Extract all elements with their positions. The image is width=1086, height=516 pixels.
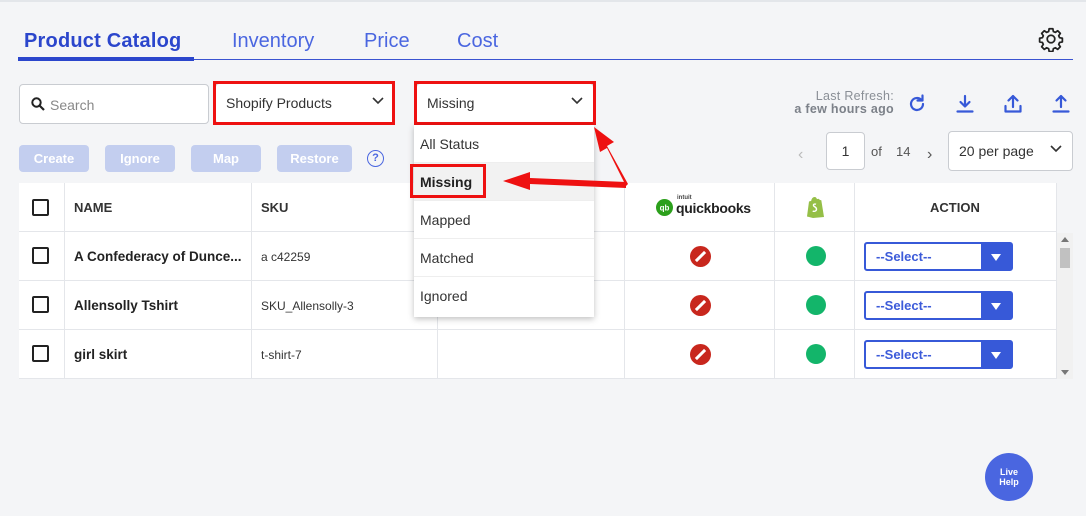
last-refresh: Last Refresh: a few hours ago: [794, 90, 894, 116]
refresh-icon[interactable]: [906, 93, 928, 115]
select-all-checkbox[interactable]: [32, 199, 49, 216]
status-option-matched[interactable]: Matched: [414, 239, 594, 277]
header-shopify: [775, 183, 855, 232]
gear-icon[interactable]: [1038, 26, 1064, 52]
top-border: [0, 0, 1086, 2]
search-input[interactable]: [50, 94, 200, 116]
status-option-label: Ignored: [420, 288, 468, 304]
svg-text:qb: qb: [660, 204, 670, 213]
product-name: girl skirt: [74, 347, 128, 362]
status-option-mapped[interactable]: Mapped: [414, 201, 594, 239]
quickbooks-missing-icon: [690, 295, 711, 316]
export-icon[interactable]: [1050, 93, 1072, 115]
status-option-label: All Status: [420, 136, 480, 152]
chevron-down-icon: [372, 97, 384, 105]
restore-button[interactable]: Restore: [277, 145, 352, 172]
per-page-value: 20 per page: [959, 143, 1034, 159]
quickbooks-missing-icon: [690, 246, 711, 267]
status-option-ignored[interactable]: Ignored: [414, 277, 594, 315]
status-option-missing[interactable]: Missing: [414, 163, 594, 201]
shopify-active-icon: [806, 295, 826, 315]
product-sku: a c42259: [261, 250, 311, 264]
product-sku: SKU_Allensolly-3: [261, 299, 354, 313]
next-page-button[interactable]: ›: [927, 146, 932, 164]
shopify-active-icon: [806, 344, 826, 364]
product-sku: t-shirt-7: [261, 348, 302, 362]
header-name-label: NAME: [74, 200, 113, 215]
upload-icon[interactable]: [1002, 93, 1024, 115]
dropdown-arrow-icon: [981, 244, 1011, 269]
status-option-all[interactable]: All Status: [414, 125, 594, 163]
status-select[interactable]: Missing: [416, 83, 594, 124]
shopify-active-icon: [806, 246, 826, 266]
header-name: NAME: [65, 183, 252, 232]
map-button[interactable]: Map: [191, 145, 261, 172]
scroll-down-icon[interactable]: [1061, 370, 1069, 375]
prev-page-button[interactable]: ‹: [798, 146, 803, 164]
status-dropdown-menu: All Status Missing Mapped Matched Ignore…: [414, 125, 594, 317]
scroll-up-icon[interactable]: [1061, 237, 1069, 242]
active-tab-indicator: [18, 57, 194, 61]
header-sku-label: SKU: [261, 200, 289, 215]
header-sku: SKU: [252, 183, 438, 232]
table-row: girl skirt t-shirt-7 --Select--: [19, 330, 1057, 379]
page-of-label: of: [871, 144, 882, 159]
scrollbar-thumb[interactable]: [1060, 248, 1070, 268]
row-action-select[interactable]: --Select--: [864, 291, 1013, 320]
chevron-down-icon: [571, 97, 583, 105]
table-scrollbar[interactable]: [1057, 233, 1073, 379]
product-name: Allensolly Tshirt: [74, 298, 179, 313]
quickbooks-missing-icon: [690, 344, 711, 365]
status-option-label: Mapped: [420, 212, 471, 228]
row-action-value: --Select--: [876, 249, 932, 264]
tab-cost[interactable]: Cost: [457, 30, 498, 53]
search-icon: [31, 97, 45, 111]
header-action: ACTION: [855, 183, 1057, 232]
chevron-down-icon: [1050, 145, 1062, 153]
shopify-logo-icon: [807, 197, 824, 218]
dropdown-arrow-icon: [981, 342, 1011, 367]
live-help-line1: Live: [999, 467, 1018, 477]
tab-bar: Product Catalog Inventory Price Cost: [18, 26, 1073, 61]
product-source-value: Shopify Products: [226, 95, 332, 111]
row-blank-cell: [438, 330, 625, 379]
quickbooks-logo-icon: qb: [656, 199, 673, 216]
ignore-button[interactable]: Ignore: [105, 145, 175, 172]
create-button[interactable]: Create: [19, 145, 89, 172]
row-action-select[interactable]: --Select--: [864, 340, 1013, 369]
per-page-select[interactable]: 20 per page: [948, 131, 1073, 171]
product-source-select[interactable]: Shopify Products: [215, 83, 395, 124]
row-checkbox[interactable]: [32, 247, 49, 264]
header-select-all-cell: [19, 183, 65, 232]
dropdown-arrow-icon: [981, 293, 1011, 318]
row-action-select[interactable]: --Select--: [864, 242, 1013, 271]
arrow-to-status-select: [594, 127, 628, 186]
row-action-value: --Select--: [876, 347, 932, 362]
row-checkbox[interactable]: [32, 296, 49, 313]
product-name: A Confederacy of Dunce...: [74, 249, 242, 264]
live-help-line2: Help: [999, 477, 1019, 487]
search-box: [19, 84, 209, 124]
live-help-button[interactable]: Live Help: [985, 453, 1033, 501]
quickbooks-wordmark: quickbooks: [676, 200, 751, 216]
header-quickbooks: qb intuit quickbooks: [625, 183, 775, 232]
page-number-input[interactable]: 1: [826, 132, 865, 170]
status-value: Missing: [427, 95, 475, 111]
help-icon[interactable]: ?: [367, 150, 384, 167]
tab-product-catalog[interactable]: Product Catalog: [24, 30, 181, 53]
row-checkbox[interactable]: [32, 345, 49, 362]
total-pages: 14: [896, 144, 911, 159]
row-action-value: --Select--: [876, 298, 932, 313]
tab-inventory[interactable]: Inventory: [232, 30, 314, 53]
status-option-label: Matched: [420, 250, 474, 266]
header-action-label: ACTION: [930, 200, 980, 215]
tab-price[interactable]: Price: [364, 30, 410, 53]
status-option-label: Missing: [420, 174, 473, 190]
download-icon[interactable]: [954, 93, 976, 115]
last-refresh-time: a few hours ago: [794, 102, 894, 116]
